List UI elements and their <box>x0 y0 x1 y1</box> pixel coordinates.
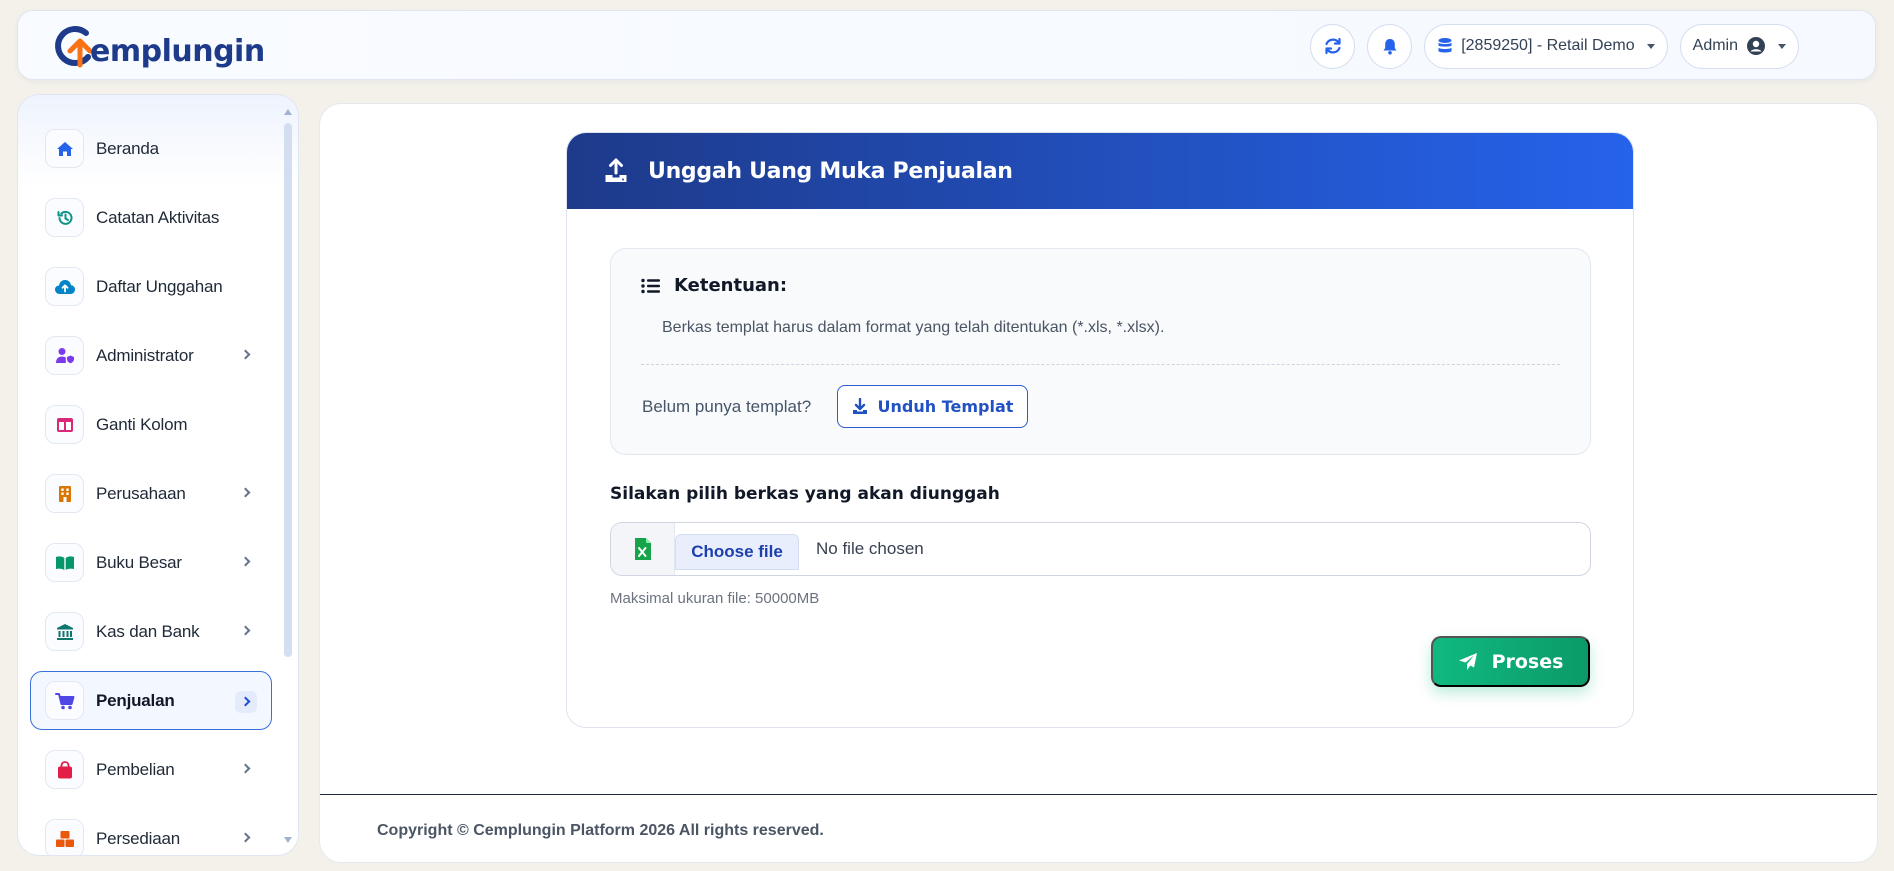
file-status-text: No file chosen <box>816 539 924 558</box>
chevron-right-icon <box>240 763 251 774</box>
notifications-button[interactable] <box>1367 23 1413 69</box>
chevron-down-icon <box>1646 43 1655 49</box>
navbar-actions: [2859250] - Retail Demo Admin <box>1310 23 1799 69</box>
sidebar-item-persediaan[interactable]: Persediaan <box>30 809 272 855</box>
rules-divider <box>641 364 1560 365</box>
cart-icon <box>45 681 84 720</box>
rules-text: Berkas templat harus dalam format yang t… <box>662 319 1165 336</box>
brand-logo-link[interactable]: emplungin <box>50 19 265 73</box>
building-icon <box>45 474 84 513</box>
footer-divider <box>320 794 1877 795</box>
download-template-button[interactable]: Unduh Templat <box>837 385 1028 428</box>
excel-file-icon-addon <box>611 523 675 575</box>
refresh-button[interactable] <box>1310 23 1356 69</box>
chevron-right-icon <box>240 832 251 843</box>
sidebar-item-kas-dan-bank[interactable]: Kas dan Bank <box>30 602 272 661</box>
shopping-bag-icon <box>45 750 84 789</box>
sidebar-item-catatan-aktivitas[interactable]: Catatan Aktivitas <box>30 188 272 247</box>
file-input-label: Silakan pilih berkas yang akan diunggah <box>610 484 1000 504</box>
sidebar-item-pembelian[interactable]: Pembelian <box>30 740 272 799</box>
bank-icon <box>45 612 84 651</box>
sidebar: Beranda Catatan Aktivitas Daftar Unggaha… <box>17 94 299 856</box>
chevron-down-icon <box>1778 43 1786 49</box>
columns-icon <box>45 405 84 444</box>
sidebar-item-perusahaan[interactable]: Perusahaan <box>30 464 272 523</box>
scroll-up-icon[interactable] <box>284 109 292 115</box>
choose-file-button[interactable]: Choose file <box>675 534 799 570</box>
footer-copyright: Copyright © Cemplungin Platform 2026 All… <box>377 822 824 839</box>
brand-name: emplungin <box>90 33 265 69</box>
sidebar-item-daftar-unggahan[interactable]: Daftar Unggahan <box>30 257 272 316</box>
user-menu[interactable]: Admin <box>1679 23 1799 69</box>
user-shield-icon <box>45 336 84 375</box>
cloud-upload-icon <box>45 267 84 306</box>
chevron-right-icon <box>240 487 251 498</box>
scroll-down-icon[interactable] <box>284 837 292 843</box>
paper-plane-icon <box>1458 653 1477 670</box>
history-icon <box>45 198 84 237</box>
template-question: Belum punya templat? <box>642 397 812 416</box>
database-label: [2859250] - Retail Demo <box>1461 37 1635 54</box>
chevron-right-icon <box>240 349 251 360</box>
sidebar-item-administrator[interactable]: Administrator <box>30 326 272 385</box>
sidebar-item-penjualan[interactable]: Penjualan <box>30 671 272 730</box>
file-input-group[interactable]: Choose file No file chosen <box>610 522 1591 576</box>
boxes-icon <box>45 819 84 855</box>
list-icon <box>641 278 660 293</box>
bell-icon <box>1383 38 1397 55</box>
user-circle-icon <box>1747 37 1765 55</box>
page-title: Unggah Uang Muka Penjualan <box>648 158 1013 184</box>
rules-header: Ketentuan: <box>641 275 787 296</box>
download-icon <box>852 398 867 414</box>
rules-heading: Ketentuan: <box>674 275 788 296</box>
refresh-icon <box>1325 37 1341 55</box>
top-navbar: emplungin [2859250] - Retail Demo Admin <box>17 10 1876 80</box>
main-content: Unggah Uang Muka Penjualan Ketentuan: Be… <box>319 103 1878 863</box>
book-open-icon <box>45 543 84 582</box>
chevron-right-icon <box>240 556 251 567</box>
sidebar-scrollbar[interactable] <box>284 109 292 843</box>
sidebar-item-ganti-kolom[interactable]: Ganti Kolom <box>30 395 272 454</box>
excel-file-icon <box>634 538 651 560</box>
chevron-right-icon <box>240 625 251 636</box>
card-header: Unggah Uang Muka Penjualan <box>567 133 1633 209</box>
user-name: Admin <box>1692 37 1738 54</box>
upload-card: Unggah Uang Muka Penjualan Ketentuan: Be… <box>566 132 1634 728</box>
upload-icon <box>605 158 627 182</box>
sidebar-item-buku-besar[interactable]: Buku Besar <box>30 533 272 592</box>
database-icon <box>1438 38 1452 53</box>
scroll-thumb[interactable] <box>284 123 292 657</box>
database-selector[interactable]: [2859250] - Retail Demo <box>1424 23 1668 69</box>
max-file-size-hint: Maksimal ukuran file: 50000MB <box>610 590 820 607</box>
download-template-label: Unduh Templat <box>877 397 1014 416</box>
process-button[interactable]: Proses <box>1431 636 1590 687</box>
sidebar-item-beranda[interactable]: Beranda <box>30 119 272 178</box>
home-icon <box>45 129 84 168</box>
rules-panel: Ketentuan: Berkas templat harus dalam fo… <box>610 248 1591 455</box>
process-label: Proses <box>1491 650 1564 673</box>
